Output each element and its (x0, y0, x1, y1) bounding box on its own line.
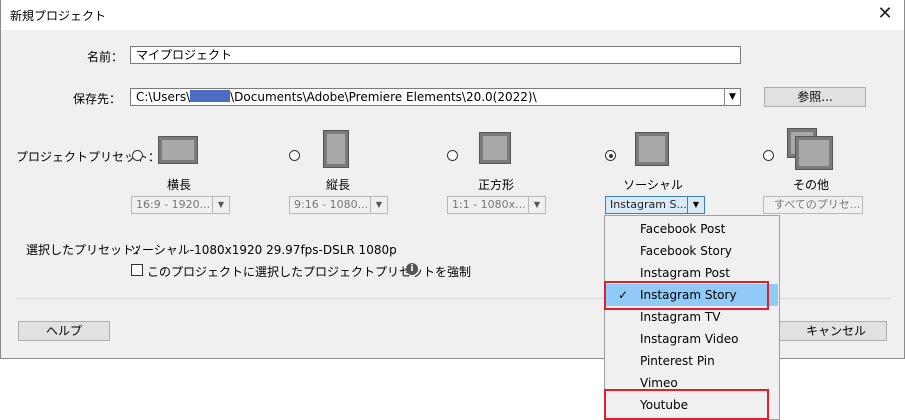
menu-item-instagram-video[interactable]: Instagram Video (606, 328, 778, 350)
help-button[interactable]: ヘルプ (18, 321, 110, 341)
square-image-icon[interactable] (479, 132, 511, 164)
preset-combo-landscape-value: 16:9 - 1920... (136, 198, 211, 211)
chevron-down-icon: ▼ (370, 197, 387, 213)
save-path-suffix: \Documents\Adobe\Premiere Elements\20.0(… (230, 90, 537, 104)
title-bar: 新規プロジェクト ✕ (1, 0, 904, 30)
stacked-images-icon[interactable] (795, 136, 833, 170)
save-path-prefix: C:\Users\ (136, 90, 191, 104)
preset-name-social: ソーシャル (623, 178, 683, 192)
preset-combo-portrait-value: 9:16 - 1080... (294, 198, 369, 211)
force-preset-label[interactable]: このプロジェクトに選択したプロジェクトプリセットを強制 (147, 263, 471, 280)
force-preset-checkbox[interactable] (131, 264, 143, 276)
save-location-label: 保存先： (73, 92, 122, 106)
social-image-icon[interactable] (635, 132, 669, 166)
landscape-image-icon[interactable] (158, 136, 198, 164)
menu-item-facebook-story[interactable]: Facebook Story (606, 240, 778, 262)
preset-radio-other[interactable] (763, 150, 774, 161)
chevron-down-icon: ▼ (528, 197, 545, 213)
preset-radio-landscape[interactable] (132, 150, 143, 161)
redacted-username (190, 90, 231, 102)
menu-item-facebook-post[interactable]: Facebook Post (606, 218, 778, 240)
close-icon[interactable]: ✕ (874, 3, 896, 25)
browse-button[interactable]: 参照... (764, 87, 866, 107)
preset-combo-social-value: Instagram S... (610, 198, 687, 211)
project-name-input[interactable]: マイプロジェクト (130, 46, 741, 64)
preset-radio-social[interactable] (605, 150, 616, 161)
dialog-title: 新規プロジェクト (10, 9, 107, 23)
preset-radio-portrait[interactable] (289, 150, 300, 161)
preset-radio-square[interactable] (447, 150, 458, 161)
preset-combo-portrait: 9:16 - 1080... ▼ (289, 196, 388, 214)
preset-name-square: 正方形 (477, 178, 514, 192)
menu-item-pinterest-pin[interactable]: Pinterest Pin (606, 350, 778, 372)
highlight-box-youtube (604, 389, 769, 420)
preset-name-other: その他 (792, 178, 829, 192)
chevron-down-icon: ▼ (212, 197, 229, 213)
highlight-box-instagram-story (604, 281, 769, 310)
preset-combo-square: 1:1 - 1080x... ▼ (447, 196, 546, 214)
selected-preset-label: 選択したプリセット： (26, 243, 147, 257)
save-location-combo[interactable]: C:\Users\ \Documents\Adobe\Premiere Eleme… (130, 88, 741, 106)
name-label: 名前： (87, 50, 124, 64)
cancel-button[interactable]: キャンセル (777, 321, 887, 341)
preset-combo-social[interactable]: Instagram S... ▼ (605, 196, 705, 214)
preset-combo-square-value: 1:1 - 1080x... (452, 198, 526, 211)
preset-combo-other: すべてのプリセ... (763, 196, 863, 214)
preset-name-portrait: 縦長 (325, 178, 350, 192)
info-icon[interactable]: i (406, 263, 418, 275)
preset-name-landscape: 横長 (166, 178, 191, 192)
portrait-image-icon[interactable] (323, 130, 349, 168)
chevron-down-icon[interactable]: ▼ (724, 89, 740, 105)
chevron-down-icon[interactable]: ▼ (687, 197, 704, 213)
selected-preset-value: ソーシャル-1080x1920 29.97fps-DSLR 1080p (130, 243, 397, 257)
preset-combo-landscape: 16:9 - 1920... ▼ (131, 196, 230, 214)
